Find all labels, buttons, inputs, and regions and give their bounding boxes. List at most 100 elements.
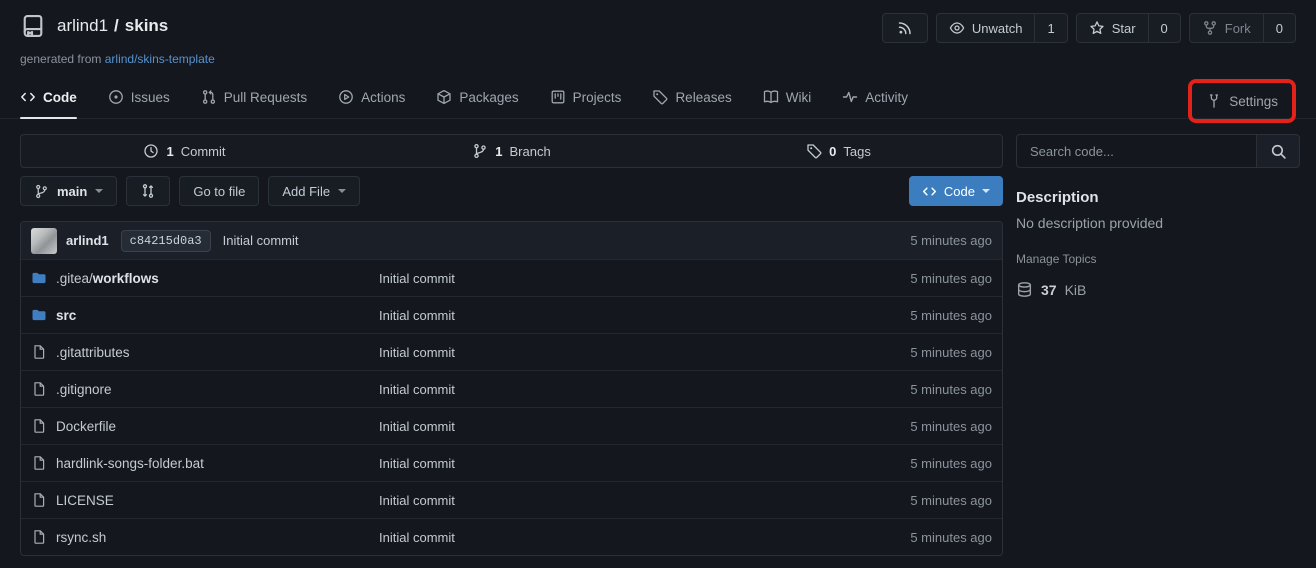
repo-size-unit: KiB [1065,282,1087,298]
rss-icon [897,20,913,36]
tab-packages[interactable]: Packages [436,76,518,118]
avatar[interactable] [31,228,57,254]
file-commit-message[interactable]: Initial commit [379,456,910,471]
table-row: hardlink-songs-folder.bat Initial commit… [21,444,1002,481]
watch-count[interactable]: 1 [1034,14,1066,42]
compare-button[interactable] [126,176,170,206]
tab-projects[interactable]: Projects [550,76,622,118]
fork-button[interactable]: Fork [1190,14,1263,42]
repo-size-row: 37 KiB [1016,281,1300,298]
tab-label: Code [43,90,77,105]
star-label: Star [1112,21,1136,36]
branches-label: Branch [510,144,551,159]
file-commit-time: 5 minutes ago [910,530,992,545]
branch-icon [472,143,488,159]
file-commit-time: 5 minutes ago [910,456,992,471]
table-row: .gitea/workflows Initial commit 5 minute… [21,259,1002,296]
tab-releases[interactable]: Releases [652,76,731,118]
star-count[interactable]: 0 [1148,14,1180,42]
tab-label: Issues [131,90,170,105]
tab-code[interactable]: Code [20,76,77,118]
fork-count[interactable]: 0 [1263,14,1295,42]
commit-author-link[interactable]: arlind1 [66,233,109,248]
tag-icon [806,143,822,159]
repo-name-link[interactable]: skins [125,16,168,36]
search-button[interactable] [1256,134,1300,168]
file-name-link[interactable]: LICENSE [31,492,379,508]
file-icon [31,455,47,471]
add-file-label: Add File [282,184,330,199]
tab-activity[interactable]: Activity [842,76,908,118]
tab-pull-requests[interactable]: Pull Requests [201,76,307,118]
folder-icon [31,270,47,286]
file-commit-message[interactable]: Initial commit [379,493,910,508]
tab-label: Releases [675,90,731,105]
code-icon [922,184,937,199]
issue-icon [108,89,124,105]
file-table: arlind1 c84215d0a3 Initial commit 5 minu… [20,221,1003,556]
star-button[interactable]: Star [1077,14,1148,42]
repo-owner-link[interactable]: arlind1 [57,16,108,36]
search-input[interactable] [1016,134,1256,168]
branch-selector[interactable]: main [20,176,117,206]
file-commit-message[interactable]: Initial commit [379,308,910,323]
wiki-icon [763,89,779,105]
unwatch-button[interactable]: Unwatch [937,14,1035,42]
generated-from-label: generated from [20,52,101,66]
file-name-link[interactable]: .gitattributes [31,344,379,360]
commits-label: Commit [181,144,226,159]
commit-hash-link[interactable]: c84215d0a3 [121,230,211,252]
file-commit-message[interactable]: Initial commit [379,345,910,360]
table-row: src Initial commit 5 minutes ago [21,296,1002,333]
file-name-link[interactable]: .gitea/workflows [31,270,379,286]
repo-toolbar: main Go to file Add File [20,176,1003,206]
actions-icon [338,89,354,105]
table-row: .gitattributes Initial commit 5 minutes … [21,333,1002,370]
file-commit-message[interactable]: Initial commit [379,271,910,286]
table-row: Dockerfile Initial commit 5 minutes ago [21,407,1002,444]
add-file-button[interactable]: Add File [268,176,360,206]
go-to-file-button[interactable]: Go to file [179,176,259,206]
chevron-down-icon [338,189,346,193]
file-name-link[interactable]: .gitignore [31,381,379,397]
history-icon [143,143,159,159]
tab-settings[interactable]: Settings [1206,93,1278,109]
branch-name: main [57,184,87,199]
package-icon [436,89,452,105]
generated-from-line: generated from arlind/skins-template [20,52,1296,66]
code-download-button[interactable]: Code [909,176,1003,206]
tags-stat[interactable]: 0 Tags [675,135,1002,167]
tab-label: Settings [1229,94,1278,109]
tab-label: Packages [459,90,518,105]
star-icon [1089,20,1105,36]
tab-issues[interactable]: Issues [108,76,170,118]
template-repo-link[interactable]: arlind/skins-template [105,52,215,66]
file-commit-message[interactable]: Initial commit [379,530,910,545]
fork-label: Fork [1225,21,1251,36]
file-icon [31,381,47,397]
tab-label: Activity [865,90,908,105]
rss-button[interactable] [882,13,928,43]
branches-stat[interactable]: 1 Branch [348,135,675,167]
tab-actions[interactable]: Actions [338,76,405,118]
file-commit-message[interactable]: Initial commit [379,382,910,397]
unwatch-label: Unwatch [972,21,1023,36]
tab-wiki[interactable]: Wiki [763,76,812,118]
file-name-link[interactable]: rsync.sh [31,529,379,545]
file-icon [31,344,47,360]
database-icon [1016,281,1033,298]
commit-message-link[interactable]: Initial commit [223,233,299,248]
file-commit-time: 5 minutes ago [910,419,992,434]
description-text: No description provided [1016,215,1300,231]
commits-stat[interactable]: 1 Commit [21,135,348,167]
file-name-link[interactable]: Dockerfile [31,418,379,434]
code-icon [20,89,36,105]
pull-request-icon [201,89,217,105]
repo-size-value: 37 [1041,282,1057,298]
tab-label: Wiki [786,90,812,105]
file-name-link[interactable]: hardlink-songs-folder.bat [31,455,379,471]
watch-button-group: Unwatch 1 [936,13,1068,43]
file-name-link[interactable]: src [31,307,379,323]
manage-topics-link[interactable]: Manage Topics [1016,252,1097,266]
file-commit-message[interactable]: Initial commit [379,419,910,434]
